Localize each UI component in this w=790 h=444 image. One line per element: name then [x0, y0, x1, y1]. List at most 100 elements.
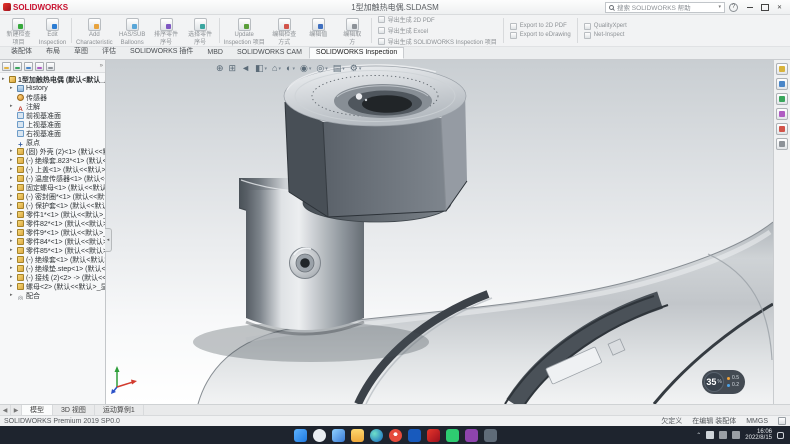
search-input[interactable]: 搜索 SOLIDWORKS 帮助 — [605, 2, 725, 13]
custom-properties-icon[interactable] — [776, 138, 788, 150]
tree-item-annotations[interactable]: 注解 — [2, 102, 105, 111]
net-inspect-item[interactable]: Net-Inspect — [584, 32, 627, 39]
start-button[interactable] — [294, 429, 307, 442]
expander-icon[interactable] — [10, 183, 15, 192]
sort-balloons-button[interactable]: 排序零件 序号 — [150, 16, 183, 45]
edge-icon[interactable] — [370, 429, 383, 442]
tab-solidworks-cam[interactable]: SOLIDWORKS CAM — [230, 47, 309, 59]
status-pane-icon[interactable] — [778, 417, 786, 425]
tab-mbd[interactable]: MBD — [200, 47, 230, 59]
expander-icon[interactable] — [10, 237, 15, 246]
expander-icon[interactable] — [10, 174, 15, 183]
search-dropdown-icon[interactable] — [718, 4, 721, 10]
taskbar-search-icon[interactable] — [313, 429, 326, 442]
panel-collapse-handle[interactable] — [105, 228, 112, 252]
tree-item-component[interactable]: (-) 密封圈*<1> (默认<<默认>_显示状... — [2, 192, 105, 201]
network-icon[interactable] — [706, 431, 714, 439]
select-balloons-button[interactable]: 选择零件 序号 — [184, 16, 217, 45]
panel-overflow-icon[interactable] — [100, 63, 103, 69]
tab-scroll-right-icon[interactable] — [11, 405, 22, 415]
expander-icon[interactable] — [10, 84, 15, 93]
section-view-button[interactable]: ◧ — [253, 62, 269, 75]
expander-icon[interactable] — [10, 246, 15, 255]
tree-item-component[interactable]: (-) 绝缘套<1> (默认<默认>_显示状... — [2, 255, 105, 264]
tab-scroll-left-icon[interactable] — [0, 405, 11, 415]
tree-item-sensors[interactable]: 传感器 — [2, 93, 105, 102]
apply-scene-button[interactable]: ▤ — [331, 62, 347, 75]
tree-item-component[interactable]: (-) 温度传感器<1> (默认<<默认>_显... — [2, 174, 105, 183]
hide-show-items-button[interactable]: ◉ — [298, 62, 313, 75]
tree-item-component[interactable]: (-) 上盖<1> (默认<<默认>_显示状态... — [2, 165, 105, 174]
minimize-button[interactable] — [742, 1, 757, 14]
expander-icon[interactable] — [10, 210, 15, 219]
zoom-fit-button[interactable]: ⊕ — [214, 62, 226, 75]
propertymanager-icon[interactable] — [13, 62, 22, 71]
expander-icon[interactable] — [10, 273, 15, 282]
office-icon[interactable] — [408, 429, 421, 442]
tab-evaluate[interactable]: 评估 — [95, 44, 123, 59]
tab-motion-study[interactable]: 运动算例1 — [95, 405, 144, 415]
tree-item-front-plane[interactable]: 前视基准面 — [2, 111, 105, 120]
expander-icon[interactable] — [10, 165, 15, 174]
tab-assembly[interactable]: 装配体 — [4, 44, 39, 59]
tree-item-component[interactable]: (-) 接线 (2)<2> -> (默认<<默认>... — [2, 273, 105, 282]
export-2d-pdf-item[interactable]: 导出生成 2D PDF — [378, 15, 497, 24]
tree-item-component[interactable]: 固定螺母<1> (默认<<默认>_显示状... — [2, 183, 105, 192]
3d-viewport[interactable]: ⊕ ⊞ ◄ ◧ ⌂ ◐ ◉ ◎ ▤ ⚙ — [106, 60, 773, 404]
export-to-2d-pdf-item[interactable]: Export to 2D PDF — [510, 23, 571, 30]
tab-sketch[interactable]: 草图 — [67, 44, 95, 59]
solidworks-resources-icon[interactable] — [776, 63, 788, 75]
view-palette-icon[interactable] — [776, 108, 788, 120]
tree-item-component[interactable]: 零件84*<1> (默认<<默认>_显示状... — [2, 237, 105, 246]
tree-root-assembly[interactable]: 1型加触热电偶 (默认<默认_显示状态-1... — [2, 75, 105, 84]
tab-model[interactable]: 模型 — [22, 405, 53, 415]
expander-icon[interactable] — [10, 192, 15, 201]
tree-item-component[interactable]: (-) 绝缘套.823*<1> (默认<<默认>_显... — [2, 156, 105, 165]
display-style-button[interactable]: ◐ — [284, 62, 297, 75]
tree-item-history[interactable]: History — [2, 84, 105, 93]
help-button[interactable]: ? — [729, 3, 738, 12]
expander-icon[interactable] — [10, 219, 15, 228]
tree-item-component[interactable]: 零件1*<1> (默认<<默认>_显示状态... — [2, 210, 105, 219]
displaymanager-icon[interactable] — [46, 62, 55, 71]
tab-addins[interactable]: SOLIDWORKS 插件 — [123, 44, 200, 59]
featuremanager-tree-icon[interactable] — [2, 62, 11, 71]
previous-view-button[interactable]: ◄ — [239, 62, 252, 75]
view-orientation-button[interactable]: ⌂ — [270, 62, 283, 75]
solidworks-logo[interactable]: SOLIDWORKS — [3, 3, 68, 12]
tree-item-component[interactable]: (固) 外壳 (2)<1> (默认<<默认>_显示状... — [2, 147, 105, 156]
tree-item-component[interactable]: 螺母<2> (默认<<默认>_显示状态... — [2, 282, 105, 291]
tree-item-component[interactable]: (-) 绝缘垫.step<1> (默认<<默认>_... — [2, 264, 105, 273]
media-app-icon[interactable] — [465, 429, 478, 442]
units-selector[interactable]: MMGS — [746, 418, 768, 425]
export-to-edrawing-item[interactable]: Export to eDrawing — [510, 32, 571, 39]
configurationmanager-icon[interactable] — [24, 62, 33, 71]
expander-icon[interactable] — [10, 102, 15, 111]
expander-icon[interactable] — [10, 147, 15, 156]
tree-item-component[interactable]: 零件9*<1> (默认<<默认>_显示状... — [2, 228, 105, 237]
expander-icon[interactable] — [10, 201, 15, 210]
qualityxpert-item[interactable]: QualityXpert — [584, 23, 627, 30]
tree-item-component[interactable]: 零件85*<1> (默认<<默认>_显示状... — [2, 246, 105, 255]
tab-solidworks-inspection[interactable]: SOLIDWORKS Inspection — [309, 47, 404, 59]
appearances-scenes-icon[interactable] — [776, 123, 788, 135]
clock[interactable]: 16:06 2022/8/15 — [745, 429, 772, 442]
zoom-area-button[interactable]: ⊞ — [227, 62, 239, 75]
tree-item-mates[interactable]: 配合 — [2, 291, 105, 300]
tree-item-right-plane[interactable]: 右视基准面 — [2, 129, 105, 138]
tab-3d-views[interactable]: 3D 视图 — [53, 405, 95, 415]
dimxpertmanager-icon[interactable] — [35, 62, 44, 71]
tree-item-top-plane[interactable]: 上视基准面 — [2, 120, 105, 129]
new-inspection-project-button[interactable]: 新建检查 项目 — [2, 16, 35, 45]
tree-item-component[interactable]: (-) 保护套<1> (默认<<默认>_显示状... — [2, 201, 105, 210]
export-excel-item[interactable]: 导出生成 Excel — [378, 26, 497, 35]
edit-inspection-button[interactable]: Edit Inspection — [36, 16, 69, 45]
maximize-button[interactable] — [757, 1, 772, 14]
edit-extract-button[interactable]: 编辑取 方 — [336, 16, 369, 45]
expander-icon[interactable] — [10, 228, 15, 237]
settings-icon[interactable] — [484, 429, 497, 442]
file-explorer-icon[interactable] — [351, 429, 364, 442]
solidworks-taskbar-icon[interactable] — [427, 429, 440, 442]
expander-icon[interactable] — [10, 156, 15, 165]
tray-expand-icon[interactable] — [696, 432, 701, 439]
